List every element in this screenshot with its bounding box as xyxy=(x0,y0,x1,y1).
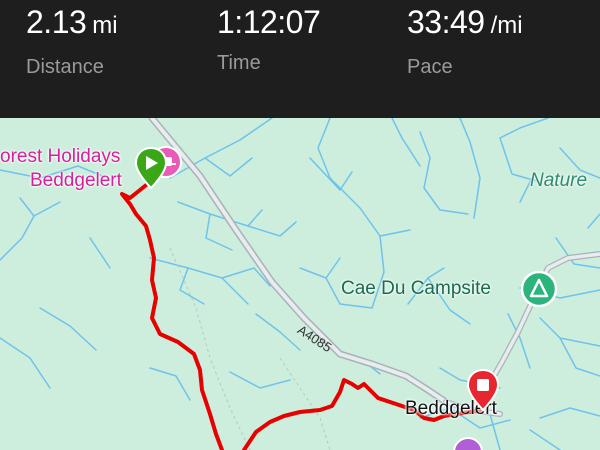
time-label: Time xyxy=(217,52,261,74)
pace-unit: /mi xyxy=(490,12,523,39)
play-icon[interactable] xyxy=(134,146,168,190)
distance-stat: 2.13 mi Distance xyxy=(26,4,118,80)
pace-label: Pace xyxy=(407,56,453,78)
poi-nature-label[interactable]: Nature xyxy=(530,170,587,192)
poi-campsite-label[interactable]: Cae Du Campsite xyxy=(341,278,491,300)
poi-forest-holidays-label[interactable]: orest Holidays xyxy=(0,146,120,168)
distance-value: 2.13 xyxy=(26,4,87,40)
poi-forest-holidays-label-line2[interactable]: Beddgelert xyxy=(30,170,122,192)
distance-label: Distance xyxy=(26,56,104,78)
distance-unit: mi xyxy=(92,12,118,39)
time-value: 1:12:07 xyxy=(217,4,321,40)
stop-icon[interactable] xyxy=(466,368,500,412)
tent-icon[interactable] xyxy=(520,270,558,308)
time-stat: 1:12:07 Time xyxy=(217,4,321,76)
pace-stat: 33:49 /mi Pace xyxy=(407,4,523,80)
stats-bar: 2.13 mi Distance 1:12:07 Time 33:49 /mi … xyxy=(0,0,600,118)
map-view[interactable]: orest Holidays Beddgelert Nature Cae Du … xyxy=(0,118,600,450)
pace-value: 33:49 xyxy=(407,4,485,40)
footpaths xyxy=(169,247,331,450)
map-marker-icon[interactable] xyxy=(452,436,484,450)
